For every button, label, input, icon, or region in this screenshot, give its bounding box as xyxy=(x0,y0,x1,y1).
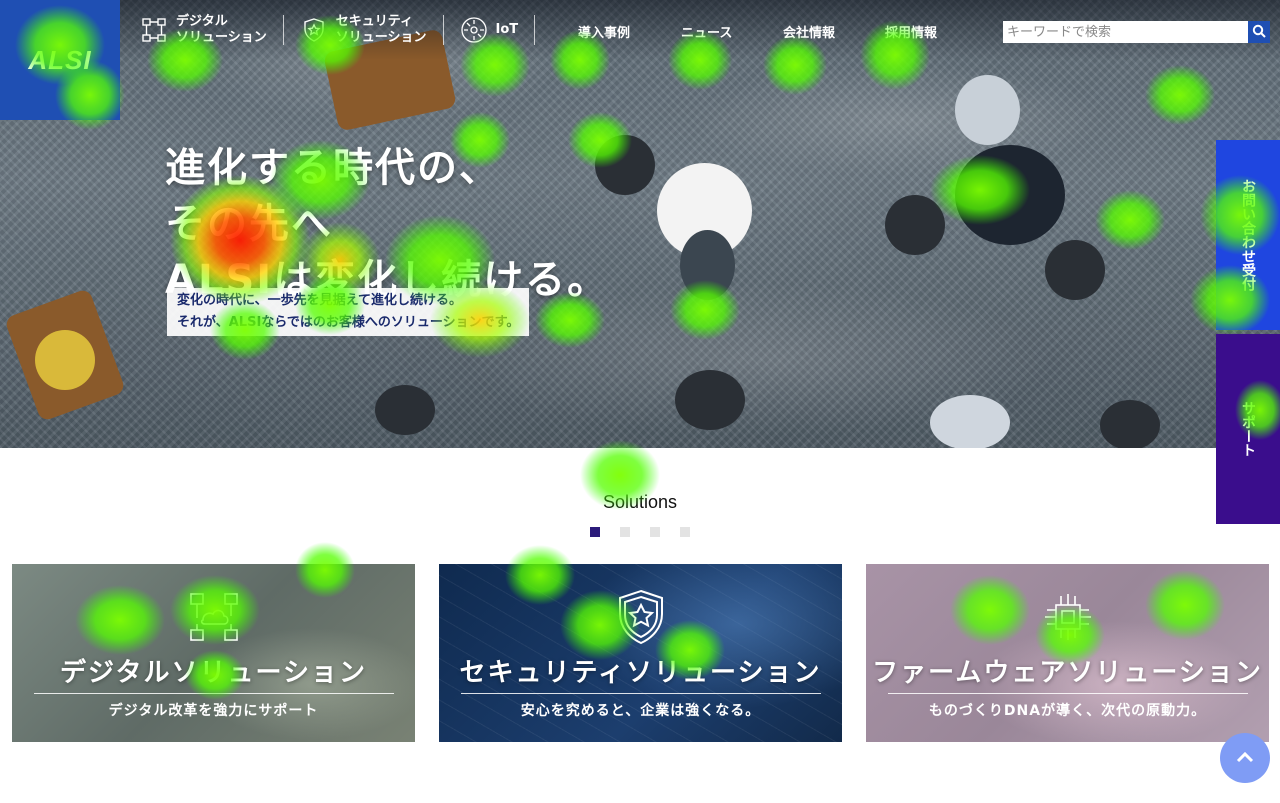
hero-subtext: 変化の時代に、一歩先を見据えて進化し続ける。 それが、ALSIならではのお客様へ… xyxy=(167,288,530,336)
carousel-dot[interactable] xyxy=(620,527,630,537)
search-icon xyxy=(1252,23,1266,42)
card-divider xyxy=(887,693,1248,694)
card-subtitle: ものづくりDNAが導く、次代の原動力。 xyxy=(928,703,1207,719)
hero-subtext-line: それが、ALSIならではのお客様へのソリューションです。 xyxy=(177,315,520,330)
solution-card-security[interactable]: セキュリティソリューション 安心を究めると、企業は強くなる。 xyxy=(439,564,842,742)
chevron-up-icon xyxy=(1235,749,1255,768)
nav-label: IoT xyxy=(495,22,519,37)
hero-subtext-line: 変化の時代に、一歩先を見据えて進化し続ける。 xyxy=(177,293,462,308)
scene-person xyxy=(35,330,95,390)
search-button[interactable] xyxy=(1248,21,1270,43)
hero-banner: 進化する時代の、 その先へ ALSIは変化し続ける。 変化の時代に、一歩先を見据… xyxy=(0,0,1280,448)
digital-network-icon xyxy=(187,590,241,644)
contact-tab-label: お問い合わせ受付 xyxy=(1240,179,1256,291)
nav-company[interactable]: 会社情報 xyxy=(783,22,835,41)
scene-person xyxy=(930,395,1010,448)
card-title: セキュリティソリューション xyxy=(459,658,822,688)
carousel-dot[interactable] xyxy=(590,527,600,537)
shield-star-icon xyxy=(300,16,328,44)
chip-icon xyxy=(1041,590,1095,644)
scene-chair xyxy=(675,370,745,430)
logo[interactable]: ALSI xyxy=(0,0,120,120)
nav-label: ソリューション xyxy=(176,30,267,45)
scene-person xyxy=(955,75,1020,145)
nav-iot[interactable]: IoT xyxy=(460,16,519,44)
iot-icon xyxy=(460,16,488,44)
card-divider xyxy=(33,693,394,694)
card-title: デジタルソリューション xyxy=(60,658,367,688)
logo-text: ALSI xyxy=(28,44,92,75)
card-title: ファームウェアソリューション xyxy=(872,658,1263,688)
search-bar xyxy=(1003,21,1270,43)
nav-news[interactable]: ニュース xyxy=(681,22,732,41)
network-icon xyxy=(140,16,168,44)
solutions-heading: Solutions xyxy=(602,492,678,512)
scene-chair xyxy=(1045,240,1105,300)
scene-table xyxy=(955,145,1065,245)
card-divider xyxy=(460,693,821,694)
nav-recruit[interactable]: 採用情報 xyxy=(885,22,937,41)
support-tab-label: サポート xyxy=(1240,401,1256,457)
hero-headline-line: その先へ xyxy=(165,201,333,247)
scene-chair xyxy=(375,385,435,435)
card-subtitle: 安心を究めると、企業は強くなる。 xyxy=(520,703,761,719)
nav-label: ソリューション xyxy=(335,30,427,45)
nav-security-solution[interactable]: セキュリティ ソリューション xyxy=(300,14,427,46)
nav-digital-solution[interactable]: デジタル ソリューション xyxy=(140,14,267,46)
back-to-top-button[interactable] xyxy=(1220,733,1270,783)
carousel-dot[interactable] xyxy=(650,527,660,537)
solution-card-digital[interactable]: デジタルソリューション デジタル改革を強力にサポート xyxy=(12,564,415,742)
solution-card-firmware[interactable]: ファームウェアソリューション ものづくりDNAが導く、次代の原動力。 xyxy=(866,564,1269,742)
contact-tab[interactable]: お問い合わせ受付 xyxy=(1216,140,1280,330)
scene-chair xyxy=(885,195,945,255)
card-subtitle: デジタル改革を強力にサポート xyxy=(108,703,319,719)
main-nav: デジタル ソリューション セキュリティ ソリューション IoT xyxy=(140,12,551,48)
nav-divider xyxy=(282,15,284,45)
shield-star-icon xyxy=(615,589,667,645)
hero-headline: 進化する時代の、 その先へ ALSIは変化し続ける。 xyxy=(165,140,725,308)
search-input[interactable] xyxy=(1003,21,1248,43)
scene-chair xyxy=(1100,400,1160,448)
carousel-dot[interactable] xyxy=(680,527,690,537)
site-header: ALSI デジタル ソリューション セキュリティ ソリューション IoT 導入事… xyxy=(0,0,1280,120)
nav-label: デジタル xyxy=(176,14,228,29)
nav-label: セキュリティ xyxy=(335,14,413,29)
hero-headline-line: 進化する時代の、 xyxy=(165,145,501,191)
nav-case-studies[interactable]: 導入事例 xyxy=(578,22,630,41)
nav-divider xyxy=(534,15,536,45)
carousel-dots xyxy=(590,527,690,537)
nav-divider xyxy=(442,15,444,45)
